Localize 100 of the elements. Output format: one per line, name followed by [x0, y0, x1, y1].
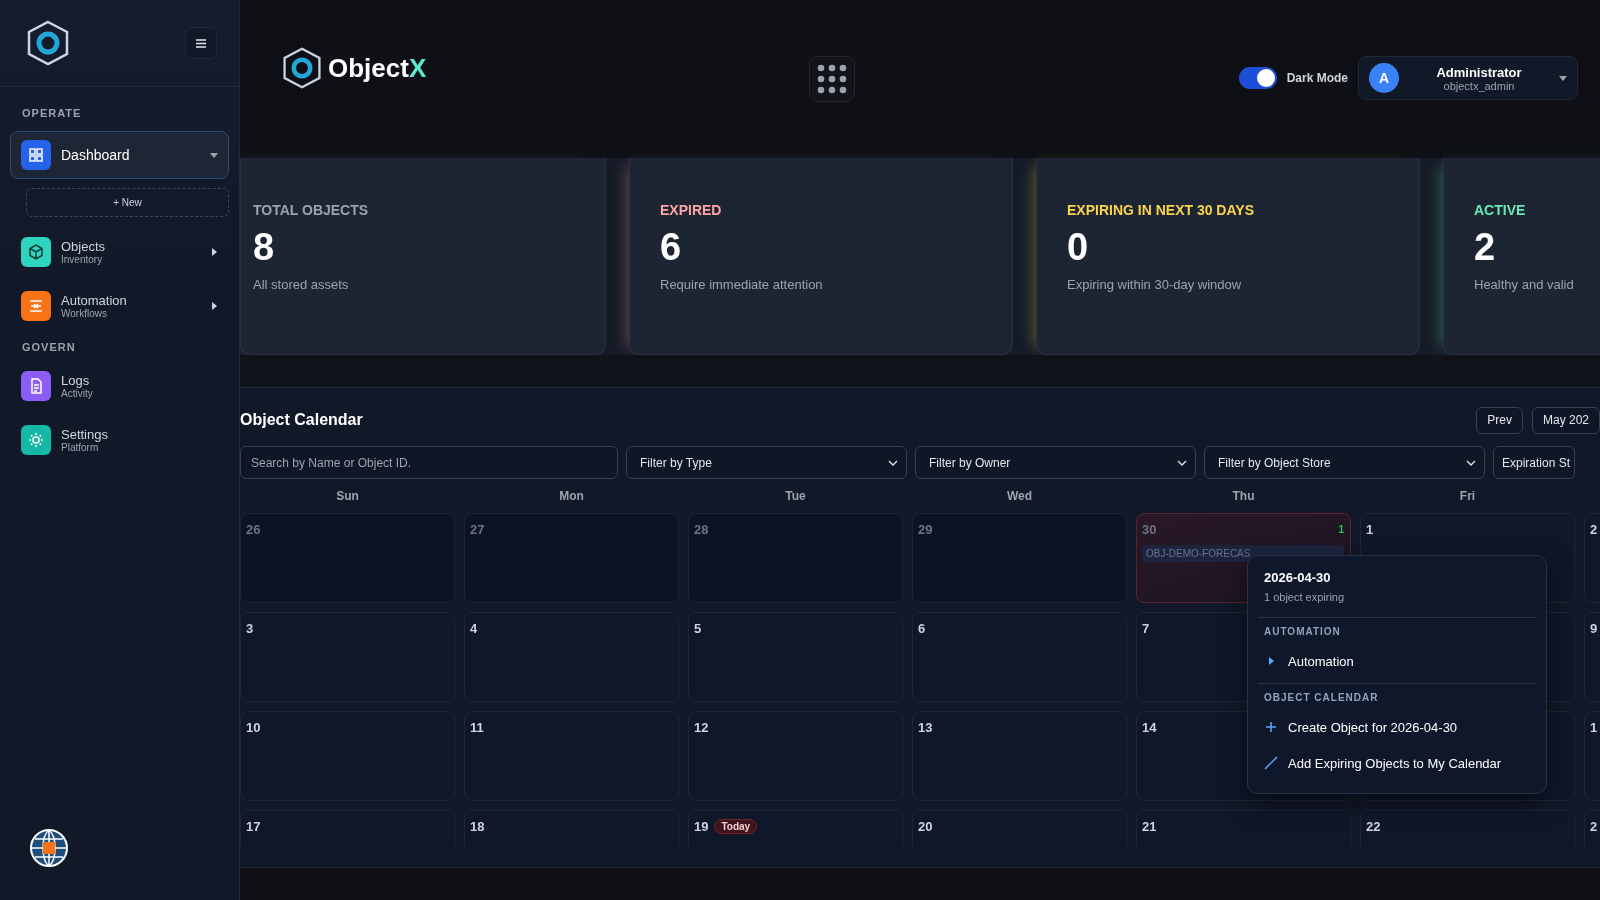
day-cell[interactable]: 11 [464, 711, 679, 801]
avatar: A [1369, 63, 1399, 93]
day-number: 14 [1142, 720, 1157, 735]
day-number: 27 [470, 522, 485, 537]
stat-caption: All stored assets [253, 277, 350, 292]
filter-dropdown[interactable]: Filter by Type [626, 446, 907, 479]
stat-label: EXPIRED [660, 202, 723, 218]
stat-label: EXPIRING IN NEXT 30 DAYS [1067, 202, 1255, 218]
day-cell[interactable]: 2 [1584, 513, 1600, 603]
weekday-label: Sun [335, 488, 360, 505]
nav-sublabel: Inventory [61, 254, 104, 265]
day-number: 2 [1590, 522, 1598, 537]
event-count: 1 [1338, 524, 1344, 535]
day-cell[interactable]: 9 [1584, 612, 1600, 702]
day-number: 19 [694, 819, 709, 834]
stat-caption: Expiring within 30-day window [1067, 277, 1243, 292]
apps-button[interactable] [809, 56, 856, 102]
caret-icon [210, 151, 218, 159]
day-number: 1 [1366, 522, 1374, 537]
chevron-icon [1466, 459, 1476, 466]
day-cell[interactable]: 10 [240, 711, 455, 801]
nav-item[interactable]: Settings Platform [10, 413, 229, 467]
user-name: Administrator [1436, 64, 1522, 80]
day-cell[interactable]: 21 [1136, 810, 1351, 847]
day-number: 20 [918, 819, 933, 834]
caret-icon [210, 302, 218, 310]
day-number: 29 [918, 522, 933, 537]
day-number: 10 [246, 720, 261, 735]
day-cell[interactable]: 26 [240, 513, 455, 603]
calendar-nav-button[interactable]: Prev [1476, 406, 1523, 434]
day-cell[interactable]: 20 [912, 810, 1127, 847]
popover-section-title: AUTOMATION [1263, 626, 1342, 639]
menu-button[interactable] [185, 27, 217, 59]
day-cell[interactable]: 29 [912, 513, 1127, 603]
filter-dropdown[interactable]: Filter by Object Store [1204, 446, 1485, 479]
day-number: 7 [1142, 621, 1150, 636]
chevron-icon [1177, 459, 1187, 466]
calendar-title: Object Calendar [240, 411, 364, 429]
day-cell[interactable]: 17 [240, 810, 455, 847]
day-number: 22 [1366, 819, 1381, 834]
day-cell[interactable]: 19 Today [688, 810, 903, 847]
day-cell[interactable]: 22 [1360, 810, 1575, 847]
day-number: 3 [246, 621, 254, 636]
nav-sublabel: Workflows [61, 308, 108, 319]
nav-sublabel: Activity [61, 388, 94, 399]
day-cell[interactable]: 28 [688, 513, 903, 603]
day-cell[interactable]: 13 [912, 711, 1127, 801]
nav-item[interactable]: Logs Activity [10, 359, 229, 413]
workflow-icon [21, 291, 51, 321]
day-number: 12 [694, 720, 709, 735]
day-number: 2 [1590, 819, 1598, 834]
day-number: 4 [470, 621, 478, 636]
dark-mode-toggle[interactable] [1238, 67, 1277, 89]
popover-title: 2026-04-30 [1263, 570, 1332, 585]
caret-icon [1559, 74, 1567, 82]
stat-value: 6 [660, 226, 683, 269]
menu-icon [196, 38, 206, 48]
day-cell[interactable]: 1 [1584, 711, 1600, 801]
nav-item[interactable]: Dashboard [10, 131, 229, 179]
stat-label: ACTIVE [1474, 202, 1527, 218]
weekday-label: Mon [558, 488, 585, 505]
brand-logo: ObjectX [280, 46, 427, 90]
chevron-icon [888, 459, 898, 466]
document-icon [21, 371, 51, 401]
day-cell[interactable]: 27 [464, 513, 679, 603]
stat-label: TOTAL OBJECTS [253, 202, 370, 218]
day-number: 26 [246, 522, 261, 537]
plus-icon [1265, 721, 1277, 733]
day-number: 28 [694, 522, 709, 537]
stat-caption: Healthy and valid [1474, 277, 1575, 292]
section-title: OPERATE [21, 106, 83, 121]
diagonal-line-icon [1264, 756, 1278, 770]
stat-value: 8 [253, 226, 276, 269]
user-handle: objectx_admin [1443, 79, 1515, 92]
nav-label: Objects [61, 239, 107, 254]
nav-item[interactable]: Objects Inventory [10, 225, 229, 279]
user-menu[interactable]: A Administrator objectx_admin [1358, 56, 1578, 100]
search-field[interactable]: Search by Name or Object ID. [240, 446, 618, 479]
day-cell[interactable]: 6 [912, 612, 1127, 702]
new-button[interactable]: + New [26, 188, 229, 217]
nav-item[interactable]: Automation Workflows [10, 279, 229, 333]
day-cell[interactable]: 2 [1584, 810, 1600, 847]
day-cell[interactable]: 5 [688, 612, 903, 702]
day-number: 11 [470, 720, 484, 735]
day-number: 1 [1590, 720, 1598, 735]
stat-value: 2 [1474, 226, 1497, 269]
day-cell[interactable]: 4 [464, 612, 679, 702]
nav-label: Automation [61, 293, 128, 308]
day-cell[interactable]: 12 [688, 711, 903, 801]
globe-icon[interactable] [29, 828, 69, 868]
filter-dropdown[interactable]: Expiration St [1493, 446, 1576, 479]
dashboard-icon [21, 140, 51, 170]
day-number: 17 [246, 819, 261, 834]
stat-value: 0 [1067, 226, 1090, 269]
day-cell[interactable]: 3 [240, 612, 455, 702]
calendar-nav-button[interactable]: May 202 [1531, 406, 1600, 434]
filter-dropdown[interactable]: Filter by Owner [915, 446, 1196, 479]
day-cell[interactable]: 18 [464, 810, 679, 847]
weekday-label: Wed [1005, 488, 1034, 505]
nav-label: Settings [61, 427, 109, 442]
